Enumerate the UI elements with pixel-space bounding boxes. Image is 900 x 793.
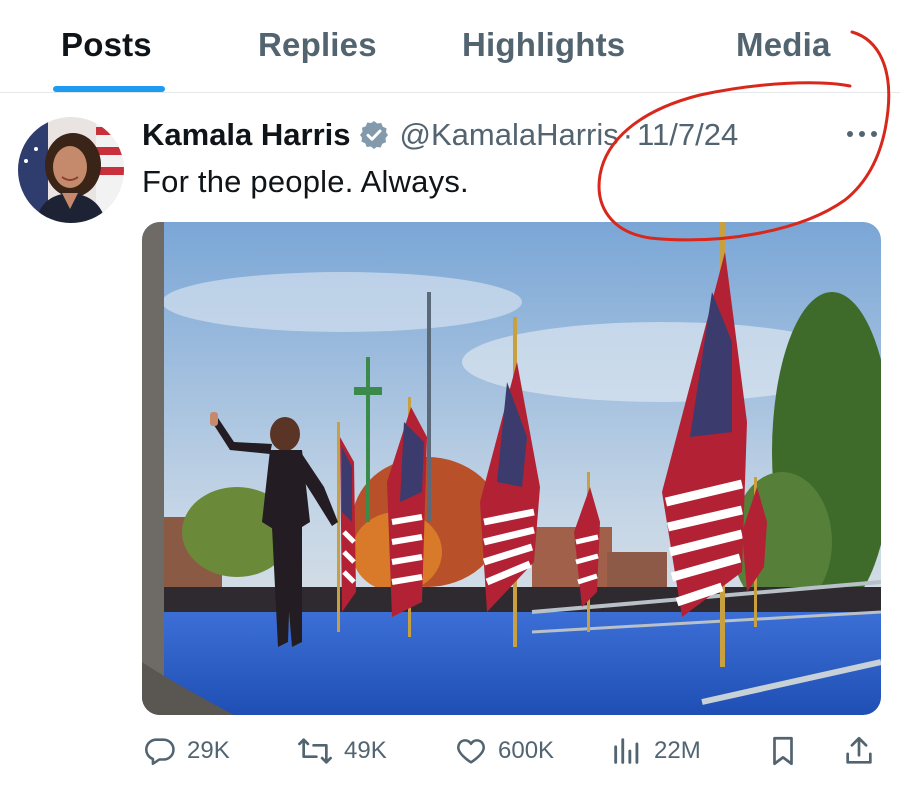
repost-button[interactable]: 49K [296,734,387,768]
author-name[interactable]: Kamala Harris [142,117,351,153]
profile-tabs: Posts Replies Highlights Media [0,0,900,93]
views-button[interactable]: 22M [610,734,701,768]
views-count: 22M [654,737,701,764]
post-header: Kamala Harris @KamalaHarris · 11/7/24 [142,113,738,157]
reply-button[interactable]: 29K [143,734,230,768]
like-count: 600K [498,737,555,764]
bookmark-button[interactable] [766,734,800,768]
post-date[interactable]: 11/7/24 [637,117,738,153]
share-icon [842,734,876,768]
avatar[interactable] [18,117,124,223]
tab-highlights[interactable]: Highlights [462,26,625,64]
separator-dot: · [622,117,634,152]
verified-badge-icon[interactable] [358,119,390,151]
share-button[interactable] [842,734,876,768]
like-button[interactable]: 600K [454,734,554,768]
active-tab-indicator [53,86,165,92]
tab-posts[interactable]: Posts [61,26,152,64]
author-handle[interactable]: @KamalaHarris [400,117,619,153]
views-chart-icon [610,734,644,768]
reply-icon [143,734,177,768]
more-options-icon[interactable] [845,124,879,144]
reply-count: 29K [187,737,230,764]
bookmark-icon [766,734,800,768]
post-photo[interactable] [142,222,881,715]
repost-count: 49K [344,737,387,764]
tab-media[interactable]: Media [736,26,831,64]
tab-replies[interactable]: Replies [258,26,377,64]
heart-icon [454,734,488,768]
post-text: For the people. Always. [142,164,469,199]
repost-icon [296,734,334,768]
post-actions: 29K 49K 600K 22M [0,726,900,782]
